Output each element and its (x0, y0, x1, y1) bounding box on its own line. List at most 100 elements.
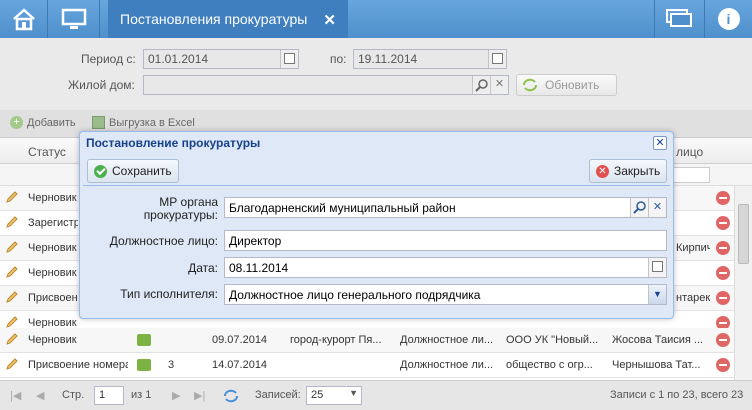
page-input[interactable]: 1 (94, 386, 124, 405)
clear-icon[interactable]: ✕ (648, 198, 666, 217)
period-from-value: 01.01.2014 (148, 52, 209, 66)
dialog-form: МР органа прокуратуры: Благодарненский м… (83, 187, 670, 315)
cell-status: Присвоение номера (28, 359, 128, 371)
cell-status: Черновик (28, 242, 77, 254)
table-row[interactable]: Черновик 09.07.2014 город-курорт Пя... Д… (0, 328, 734, 353)
edit-icon[interactable] (5, 265, 19, 279)
close-circle-icon: ✕ (596, 164, 609, 178)
info-icon: i (717, 8, 740, 30)
close-label: Закрыть (614, 164, 661, 178)
records-per-page-value: 25 (311, 389, 324, 401)
page-count: из 1 (131, 389, 152, 401)
search-trigger[interactable] (630, 198, 648, 217)
save-button[interactable]: Сохранить (87, 159, 179, 183)
calendar-trigger[interactable] (280, 50, 298, 68)
dialog-close-icon[interactable]: ✕ (653, 136, 667, 150)
official-field[interactable]: Директор (224, 230, 667, 251)
export-excel-button[interactable]: Выгрузка в Excel (92, 116, 195, 129)
search-icon (475, 79, 488, 92)
add-icon: + (10, 116, 23, 129)
executor-value: Должностное лицо генерального подрядчика (229, 288, 481, 302)
period-to-field[interactable]: 19.11.2014 (353, 49, 507, 69)
scrollbar-thumb[interactable] (738, 204, 749, 264)
period-to-value: 19.11.2014 (358, 52, 418, 66)
info-button[interactable]: i (704, 0, 752, 38)
period-from-label: Период с: (81, 52, 136, 66)
cell-post: Должностное ли... (400, 334, 494, 346)
table-row[interactable]: Присвоение номера 3 14.07.2014 Должностн… (0, 353, 734, 378)
search-trigger[interactable] (472, 76, 490, 94)
search-icon (633, 201, 646, 214)
next-page-icon[interactable]: ▶ (172, 389, 180, 402)
cell-person: нтарек А... (676, 292, 710, 304)
calendar-trigger[interactable] (488, 50, 506, 68)
filter-panel: Период с: 01.01.2014 по: 19.11.2014 Жило… (0, 38, 752, 110)
delete-icon[interactable] (716, 241, 730, 255)
official-value: Директор (229, 234, 282, 248)
grid-scrollbar[interactable] (734, 186, 752, 380)
records-summary: Записи с 1 по 23, всего 23 (610, 389, 744, 401)
cell-status: Черновик (28, 192, 77, 204)
last-page-icon[interactable]: ▶| (194, 389, 205, 402)
edit-icon[interactable] (5, 357, 19, 371)
desktop-button[interactable] (48, 0, 100, 38)
house-field[interactable]: ✕ (143, 75, 509, 95)
delete-icon[interactable] (716, 191, 730, 205)
tab-title: Постановления прокуратуры (120, 11, 308, 27)
cell-date: 14.07.2014 (212, 359, 268, 371)
add-button[interactable]: + Добавить (10, 116, 76, 129)
clear-icon[interactable]: ✕ (490, 76, 508, 94)
edit-icon[interactable] (5, 315, 19, 329)
period-to-label: по: (330, 52, 347, 66)
cell-status: Присвоен (28, 292, 78, 304)
chevron-down-icon[interactable]: ▼ (648, 285, 666, 304)
home-icon (12, 8, 35, 31)
edit-icon[interactable] (5, 332, 19, 346)
prev-page-icon[interactable]: ◀ (36, 389, 44, 402)
cell-status: Черновик (28, 334, 77, 346)
refresh-label: Обновить (545, 78, 600, 92)
top-bar: Постановления прокуратуры ✕ i (0, 0, 752, 38)
records-per-page-select[interactable]: 25 ▼ (306, 386, 362, 405)
edit-icon[interactable] (5, 190, 19, 204)
calendar-icon (492, 53, 503, 64)
period-from-field[interactable]: 01.01.2014 (143, 49, 299, 69)
cell-status: Черновик (28, 267, 77, 279)
export-label: Выгрузка в Excel (109, 116, 195, 129)
delete-icon[interactable] (716, 291, 730, 305)
dialog-title: Постановление прокуратуры (86, 136, 261, 150)
close-tab-icon[interactable]: ✕ (323, 11, 336, 29)
column-header-person[interactable]: лицо (676, 145, 703, 159)
tab-prosecutor-decisions[interactable]: Постановления прокуратуры ✕ (108, 0, 348, 38)
windows-button[interactable] (654, 0, 704, 38)
edit-icon[interactable] (5, 215, 19, 229)
column-header-status[interactable]: Статус (28, 145, 66, 159)
delete-icon[interactable] (716, 333, 730, 347)
delete-icon[interactable] (716, 266, 730, 280)
cell-person: Жосова Таисия ... (612, 334, 704, 346)
executor-label: Тип исполнителя: (120, 287, 218, 301)
dialog-toolbar: Сохранить ✕ Закрыть (83, 156, 670, 186)
close-button[interactable]: ✕ Закрыть (589, 159, 668, 183)
workflow-icon[interactable] (137, 334, 151, 346)
first-page-icon[interactable]: |◀ (10, 389, 21, 402)
pager: |◀ ◀ Стр. 1 из 1 ▶ ▶| Записей: 25 ▼ Запи… (0, 380, 752, 410)
cell-date: 09.07.2014 (212, 334, 268, 346)
executor-select[interactable]: Должностное лицо генерального подрядчика… (224, 284, 667, 305)
calendar-trigger[interactable] (648, 258, 666, 277)
workflow-icon[interactable] (137, 359, 151, 371)
prosecutor-decision-dialog: Постановление прокуратуры ✕ Сохранить ✕ … (79, 131, 674, 319)
cell-person: Кирпичев Тат... (676, 242, 710, 254)
add-label: Добавить (27, 116, 76, 129)
edit-icon[interactable] (5, 240, 19, 254)
delete-icon[interactable] (716, 216, 730, 230)
refresh-button[interactable]: Обновить (516, 74, 617, 96)
mr-field[interactable]: Благодарненский муниципальный район ✕ (224, 197, 667, 218)
official-label: Должностное лицо: (109, 234, 218, 248)
monitor-icon (61, 8, 86, 29)
edit-icon[interactable] (5, 290, 19, 304)
date-field[interactable]: 08.11.2014 (224, 257, 667, 278)
delete-icon[interactable] (716, 358, 730, 372)
refresh-icon[interactable] (223, 389, 239, 403)
home-button[interactable] (0, 0, 48, 38)
